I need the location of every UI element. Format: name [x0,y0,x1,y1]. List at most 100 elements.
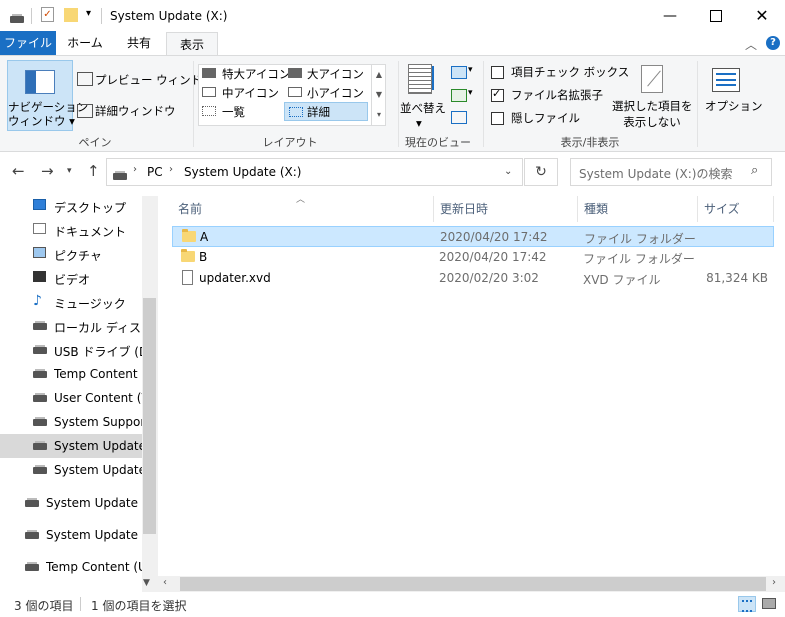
recent-locations-button[interactable]: ▾ [67,166,72,176]
navigation-pane-button[interactable]: ナビゲーション ウィンドウ ▾ [7,60,88,131]
add-columns-icon[interactable] [451,89,467,102]
options-icon [712,68,740,92]
file-type: ファイル フォルダー [583,252,695,266]
up-button[interactable]: ↑ [87,162,100,180]
tab-view[interactable]: 表示 [166,32,218,56]
nav-item-label: System Update ( [54,439,142,453]
close-button[interactable]: ✕ [739,0,785,31]
scroll-right-icon[interactable]: › [772,577,776,588]
address-history-button[interactable]: ⌄ [504,166,512,177]
layout-gallery-scroll[interactable]: ▲ ▼ ▾ [371,65,386,125]
nav-item-2[interactable]: ピクチャ [0,242,142,266]
drive-icon [33,391,47,404]
selection-count: 1 個の項目を選択 [91,599,187,613]
file-row[interactable]: B 2020/04/20 17:42 ファイル フォルダー [172,247,774,268]
nav-item-label: ローカル ディスク (C [54,321,142,335]
address-bar[interactable]: › PC › System Update (X:) ⌄ [106,158,523,186]
item-checkboxes-checkbox[interactable] [491,66,504,82]
column-type[interactable]: 種類 [584,200,608,217]
layout-medium-icons[interactable]: 中アイコン [222,85,279,101]
file-extensions-checkbox[interactable] [491,87,504,105]
details-pane-button[interactable]: 詳細ウィンドウ [95,103,176,119]
medium-icons-icon [202,87,216,97]
drive-icon [33,367,47,380]
nav-root-item-0[interactable]: System Update (X: [0,491,142,515]
breadcrumb-pc[interactable]: PC [147,165,163,179]
group-by-icon[interactable] [451,66,467,79]
details-pane-icon [77,104,93,118]
large-icons-view-button[interactable] [762,598,776,609]
nav-item-label: ドキュメント [54,225,127,239]
nav-item-6[interactable]: USB ドライブ (D:) [0,338,142,362]
nav-item-11[interactable]: System Update 2 [0,458,142,482]
options-button[interactable]: オプション [705,98,763,114]
file-row[interactable]: updater.xvd 2020/02/20 3:02 XVD ファイル 81,… [172,268,774,289]
extra-large-icons-icon [202,68,216,78]
minimize-button[interactable]: — [647,0,693,31]
nav-scroll-down[interactable]: ▼ [143,578,150,588]
title-bar: ✓ ▾ System Update (X:) — ✕ [0,0,785,31]
nav-item-5[interactable]: ローカル ディスク (C [0,314,142,338]
nav-item-label: ピクチャ [54,249,102,263]
customize-toolbar-icon[interactable]: ▾ [86,8,91,19]
horizontal-scroll-thumb[interactable] [180,577,766,591]
layout-large-icons[interactable]: 大アイコン [307,66,364,82]
hidden-items-checkbox[interactable] [491,112,504,128]
size-all-columns-icon[interactable] [451,111,467,124]
maximize-button[interactable] [693,0,739,31]
search-input[interactable]: System Update (X:)の検索 [579,165,732,182]
nav-item-10[interactable]: System Update ( [0,434,142,458]
breadcrumb-drive[interactable]: System Update (X:) [184,165,301,179]
nav-item-4[interactable]: ♪ ミュージック [0,290,142,314]
file-date: 2020/04/20 17:42 [439,250,547,264]
forward-button[interactable]: → [41,162,54,180]
tab-file[interactable]: ファイル [0,31,56,55]
collapse-ribbon-icon[interactable]: ︿ [745,36,757,53]
layout-extra-large-icons[interactable]: 特大アイコン [222,66,290,82]
sort-by-button[interactable]: 並べ替え ▾ [400,100,446,130]
refresh-button[interactable]: ↻ [524,158,558,186]
new-folder-icon[interactable] [64,8,78,22]
scroll-left-icon[interactable]: ‹ [163,577,167,588]
nav-item-0[interactable]: デスクトップ [0,194,142,218]
pictures-icon [33,247,46,258]
divider [697,61,698,147]
tab-home[interactable]: ホーム [60,31,110,55]
column-size[interactable]: サイズ [704,200,740,217]
properties-icon[interactable]: ✓ [41,7,54,22]
back-button[interactable]: ← [12,162,25,180]
layout-list[interactable]: 一覧 [222,104,245,120]
nav-scroll-thumb[interactable] [143,298,156,534]
nav-item-label: System Update 2 ( [46,528,142,542]
minimize-icon: — [663,7,677,24]
nav-item-label: デスクトップ [54,201,127,215]
layout-small-icons[interactable]: 小アイコン [307,85,364,101]
layout-details-selected[interactable]: 詳細 [284,102,368,121]
nav-item-1[interactable]: ドキュメント [0,218,142,242]
nav-item-label: Temp Content (U [54,367,142,381]
pane-group-label: ペイン [78,136,112,149]
file-row[interactable]: A 2020/04/20 17:42 ファイル フォルダー [172,226,774,247]
help-icon[interactable]: ? [766,36,780,50]
nav-root-item-1[interactable]: System Update 2 ( [0,523,142,547]
nav-item-label: Temp Content (U:) [46,560,142,574]
details-view-button[interactable] [738,596,756,612]
hide-selected-button[interactable]: 選択した項目を 表示しない [612,98,693,130]
column-date[interactable]: 更新日時 [440,200,488,217]
nav-item-8[interactable]: User Content (V: [0,386,142,410]
nav-item-3[interactable]: ビデオ [0,266,142,290]
window-title: System Update (X:) [110,9,228,23]
tab-share[interactable]: 共有 [114,31,164,55]
nav-item-9[interactable]: System Support [0,410,142,434]
preview-pane-button[interactable]: プレビュー ウィンドウ [95,72,214,88]
folder-icon [181,249,195,262]
column-name[interactable]: 名前 [178,200,202,217]
drive-icon [25,560,39,573]
arrow-right-icon: → [41,162,54,180]
small-icons-icon [288,87,302,97]
nav-root-item-2[interactable]: Temp Content (U:) [0,555,142,579]
ribbon: ナビゲーション ウィンドウ ▾ プレビュー ウィンドウ 詳細ウィンドウ ペイン … [0,55,785,152]
nav-item-7[interactable]: Temp Content (U [0,362,142,386]
search-box[interactable]: System Update (X:)の検索 ⌕ [570,158,772,186]
file-name: A [200,230,209,244]
